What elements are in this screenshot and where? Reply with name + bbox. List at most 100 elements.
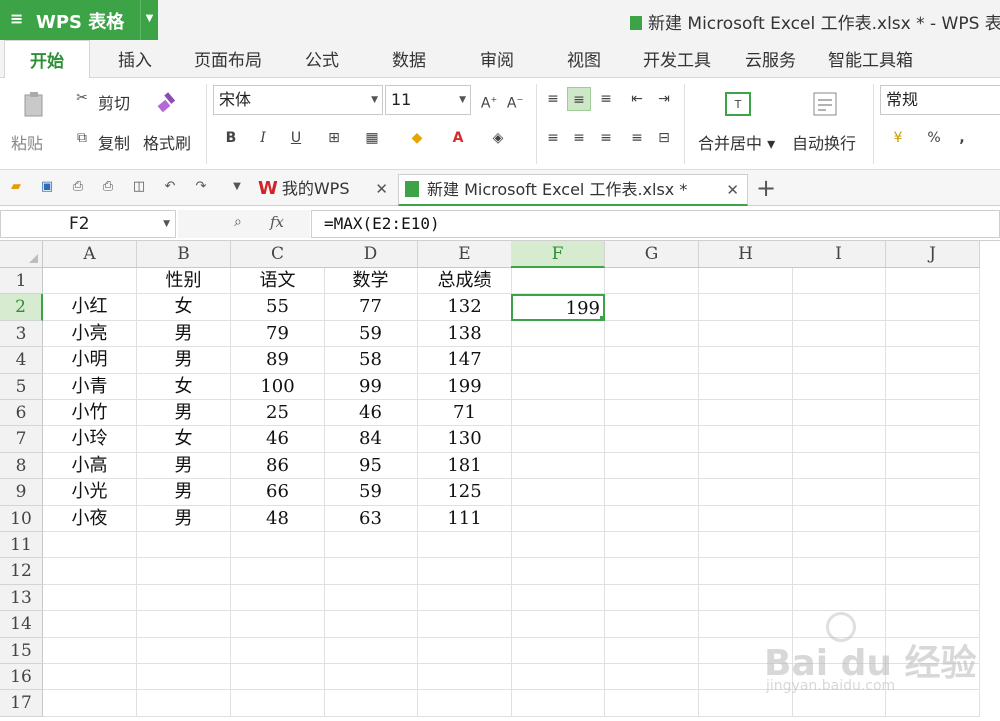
table-cell[interactable] <box>605 532 699 559</box>
table-cell[interactable] <box>137 584 231 612</box>
table-cell[interactable]: 58 <box>324 347 418 374</box>
table-cell[interactable]: 男 <box>137 505 231 532</box>
tab-page-layout[interactable]: 页面布局 <box>194 40 262 78</box>
row-header-14[interactable]: 14 <box>0 611 43 638</box>
table-cell[interactable] <box>418 664 512 691</box>
table-cell[interactable] <box>699 373 793 400</box>
bold-icon[interactable]: B <box>219 126 243 150</box>
table-cell[interactable] <box>699 400 793 427</box>
justify-icon[interactable]: ≡ <box>625 126 649 150</box>
font-size-select[interactable]: 11 ▼ <box>385 85 471 115</box>
print-icon[interactable]: ⎙ <box>100 179 116 195</box>
column-header-c[interactable]: C <box>231 241 325 268</box>
table-cell[interactable] <box>418 690 512 717</box>
table-cell[interactable] <box>43 584 137 612</box>
table-cell[interactable]: 84 <box>324 426 418 453</box>
table-cell[interactable] <box>605 294 699 321</box>
save-icon[interactable]: ▣ <box>39 179 55 195</box>
table-cell[interactable] <box>699 505 793 532</box>
table-cell[interactable] <box>699 532 793 559</box>
tab-view[interactable]: 视图 <box>567 40 601 78</box>
table-cell[interactable] <box>137 637 231 664</box>
comma-button[interactable]: , <box>950 126 974 150</box>
column-header-b[interactable]: B <box>137 241 231 268</box>
table-cell[interactable] <box>792 400 886 427</box>
table-cell[interactable] <box>605 452 699 480</box>
table-cell[interactable] <box>231 690 325 717</box>
table-cell[interactable] <box>699 426 793 453</box>
table-cell[interactable] <box>699 452 793 480</box>
table-cell[interactable] <box>137 690 231 717</box>
column-header-e[interactable]: E <box>418 241 512 268</box>
table-cell[interactable]: 男 <box>137 452 231 480</box>
table-cell[interactable]: 小玲 <box>43 426 137 453</box>
table-cell[interactable]: 66 <box>231 479 325 506</box>
row-header-16[interactable]: 16 <box>0 664 43 691</box>
table-cell[interactable] <box>792 373 886 400</box>
table-cell[interactable]: 男 <box>137 347 231 374</box>
table-cell[interactable] <box>324 664 418 691</box>
table-cell[interactable] <box>511 426 605 453</box>
close-icon[interactable]: ✕ <box>726 175 739 205</box>
table-cell[interactable]: 46 <box>324 400 418 427</box>
table-cell[interactable] <box>324 558 418 585</box>
table-cell[interactable]: 48 <box>231 505 325 532</box>
table-cell[interactable]: 小红 <box>43 294 137 321</box>
table-cell[interactable] <box>886 426 980 453</box>
table-cell[interactable] <box>418 637 512 664</box>
table-cell[interactable]: 小高 <box>43 452 137 480</box>
table-cell[interactable] <box>43 637 137 664</box>
table-cell[interactable] <box>699 558 793 585</box>
cut-button[interactable]: 剪切 <box>98 90 130 114</box>
table-cell[interactable] <box>418 584 512 612</box>
column-header-g[interactable]: G <box>605 241 699 268</box>
table-cell[interactable] <box>792 268 886 295</box>
table-cell[interactable] <box>231 532 325 559</box>
table-cell[interactable] <box>137 611 231 638</box>
table-cell[interactable]: 111 <box>418 505 512 532</box>
table-cell[interactable] <box>511 637 605 664</box>
table-cell[interactable] <box>511 373 605 400</box>
table-cell[interactable] <box>792 320 886 348</box>
table-cell[interactable] <box>231 637 325 664</box>
table-cell[interactable] <box>699 268 793 295</box>
select-all-corner[interactable] <box>0 241 43 268</box>
table-cell[interactable]: 女 <box>137 294 231 321</box>
row-header-7[interactable]: 7 <box>0 426 43 453</box>
table-cell[interactable] <box>792 558 886 585</box>
column-header-h[interactable]: H <box>699 241 793 268</box>
table-cell[interactable] <box>886 294 980 321</box>
table-cell[interactable] <box>886 558 980 585</box>
redo-icon[interactable]: ↷ <box>193 179 209 195</box>
row-header-4[interactable]: 4 <box>0 347 43 374</box>
table-cell[interactable] <box>511 505 605 532</box>
zoom-search-icon[interactable]: ⌕ <box>234 214 242 230</box>
table-cell[interactable]: 71 <box>418 400 512 427</box>
table-cell[interactable] <box>137 532 231 559</box>
table-cell[interactable] <box>886 400 980 427</box>
tab-review[interactable]: 审阅 <box>480 40 514 78</box>
align-center-icon[interactable]: ≡ <box>567 126 591 150</box>
table-cell[interactable]: 总成绩 <box>418 268 512 295</box>
table-cell[interactable]: 100 <box>231 373 325 400</box>
row-header-17[interactable]: 17 <box>0 690 43 717</box>
table-cell[interactable] <box>43 268 137 295</box>
increase-indent-icon[interactable]: ⇥ <box>652 87 676 111</box>
table-cell[interactable] <box>605 584 699 612</box>
table-cell[interactable]: 数学 <box>324 268 418 295</box>
table-cell[interactable] <box>511 479 605 506</box>
table-cell[interactable]: 86 <box>231 452 325 480</box>
table-cell[interactable]: 小青 <box>43 373 137 400</box>
close-icon[interactable]: ✕ <box>375 174 388 204</box>
column-header-d[interactable]: D <box>324 241 418 268</box>
table-cell[interactable] <box>511 664 605 691</box>
font-color-icon[interactable]: A <box>446 126 470 150</box>
font-name-select[interactable]: 宋体 ▼ <box>213 85 383 115</box>
table-cell[interactable] <box>605 426 699 453</box>
table-cell[interactable] <box>511 611 605 638</box>
table-cell[interactable] <box>605 479 699 506</box>
tab-insert[interactable]: 插入 <box>118 40 152 78</box>
table-cell[interactable]: 77 <box>324 294 418 321</box>
table-cell[interactable]: 99 <box>324 373 418 400</box>
table-cell[interactable] <box>792 294 886 321</box>
